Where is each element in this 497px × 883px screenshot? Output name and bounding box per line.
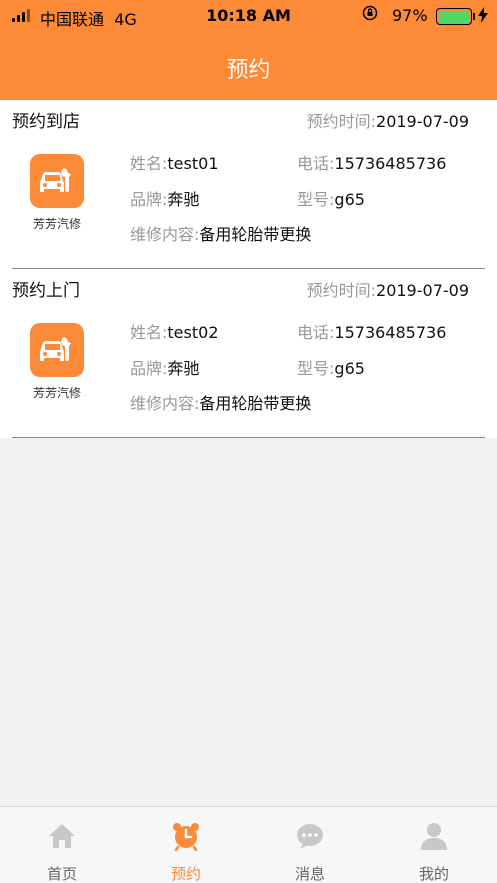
- tab-home-label: 首页: [46, 865, 77, 883]
- tab-appointment[interactable]: 预约: [124, 807, 248, 883]
- brand-field: 品牌:奔驰: [130, 359, 200, 378]
- status-bar: 中国联通 4G 10:18 AM 97%: [0, 0, 497, 32]
- appointment-time: 预约时间:2019-07-09: [307, 108, 469, 132]
- tab-profile[interactable]: 我的: [372, 807, 496, 883]
- shop-logo: [30, 323, 84, 377]
- phone-field: 电话:15736485736: [297, 154, 447, 173]
- car-wrench-icon: [40, 168, 71, 192]
- model-field: 型号:g65: [297, 190, 365, 209]
- tab-messages[interactable]: 消息: [248, 807, 372, 883]
- home-icon: [49, 824, 75, 848]
- name-field: 姓名:test02: [130, 323, 219, 342]
- shop-name: 芳芳汽修: [32, 386, 81, 400]
- appointment-card[interactable]: 预约到店 预约时间:2019-07-09 芳芳汽修 姓名:test01 电话:15736…: [0, 100, 497, 269]
- divider: [12, 437, 485, 438]
- orientation-lock-icon: [362, 5, 378, 26]
- time-value: 2019-07-09: [376, 281, 469, 300]
- navigation-bar: 预约: [0, 32, 497, 100]
- tab-home[interactable]: 首页: [0, 807, 124, 883]
- phone-field: 电话:15736485736: [297, 323, 447, 342]
- shop-name: 芳芳汽修: [32, 217, 81, 231]
- appointment-card[interactable]: 预约上门 预约时间:2019-07-09 芳芳汽修 姓名:test02 电话:15736…: [0, 269, 497, 438]
- battery-icon: [436, 8, 472, 25]
- charging-bolt-icon: [478, 7, 488, 27]
- model-field: 型号:g65: [297, 359, 365, 378]
- repair-content-field: 维修内容:备用轮胎带更换: [130, 394, 312, 413]
- alarm-clock-icon: [173, 823, 199, 851]
- tab-bar: 首页 预约 消息 我的: [0, 806, 497, 883]
- user-icon: [421, 823, 447, 850]
- appointment-type: 预约到店: [12, 112, 80, 132]
- time-label: 预约时间:: [306, 281, 377, 300]
- chat-bubble-icon: [297, 824, 323, 849]
- tab-profile-label: 我的: [418, 865, 449, 883]
- time-label: 预约时间:: [306, 112, 377, 131]
- car-wrench-icon: [40, 337, 71, 361]
- battery-percentage: 97%: [392, 6, 428, 25]
- tab-appointment-label: 预约: [170, 865, 201, 883]
- repair-content-field: 维修内容:备用轮胎带更换: [130, 225, 312, 244]
- appointment-list: 预约到店 预约时间:2019-07-09 芳芳汽修 姓名:test01 电话:15736…: [0, 100, 497, 438]
- page-title: 预约: [226, 58, 271, 83]
- appointment-time: 预约时间:2019-07-09: [307, 277, 469, 301]
- brand-field: 品牌:奔驰: [130, 190, 200, 209]
- battery-tip: [473, 13, 475, 20]
- time-value: 2019-07-09: [376, 112, 469, 131]
- shop-logo: [30, 154, 84, 208]
- tab-messages-label: 消息: [294, 865, 325, 883]
- appointment-type: 预约上门: [12, 281, 80, 301]
- name-field: 姓名:test01: [130, 154, 219, 173]
